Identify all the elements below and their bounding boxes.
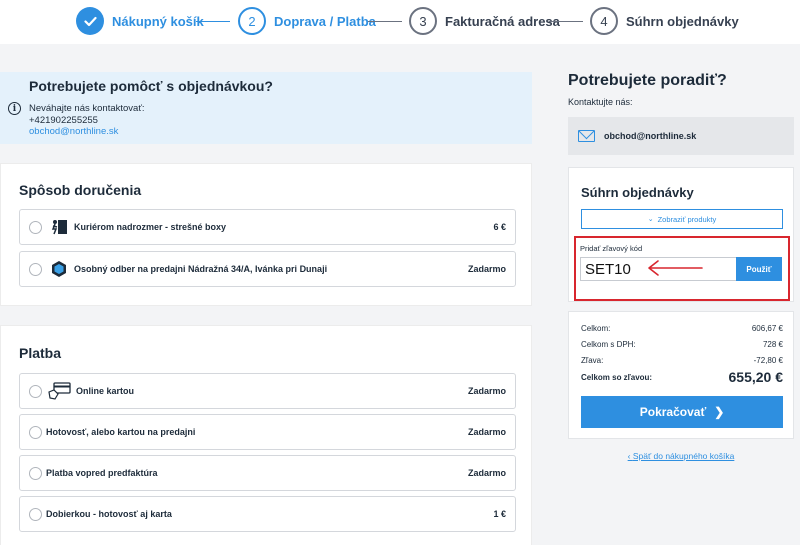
step-billing: 3 Fakturačná adresa xyxy=(409,7,560,35)
option-price: 6 € xyxy=(493,222,506,232)
option-label: Hotovosť, alebo kartou na predajni xyxy=(46,427,196,437)
total-value: 728 € xyxy=(762,340,783,349)
payment-card: Platba Online kartou Zadarmo Hotovosť, a… xyxy=(0,325,532,545)
total-row: Celkom: 606,67 € xyxy=(581,324,783,333)
radio-button[interactable] xyxy=(29,221,42,234)
help-email-link[interactable]: obchod@northline.sk xyxy=(29,126,118,137)
step-number: 4 xyxy=(590,7,618,35)
delivery-option[interactable]: Kuriérom nadrozmer - strešné boxy 6 € xyxy=(19,209,516,245)
red-arrow-annotation xyxy=(648,260,703,276)
chevron-down-icon: ⌄ xyxy=(647,216,654,223)
help-phone[interactable]: +421902255255 xyxy=(29,115,98,126)
contact-email[interactable]: obchod@northline.sk xyxy=(604,131,696,141)
help-title: Potrebujete pomôcť s objednávkou? xyxy=(29,78,273,94)
option-price: Zadarmo xyxy=(467,264,506,274)
step-connector xyxy=(196,21,230,22)
info-icon: i xyxy=(8,102,21,115)
final-total-label: Celkom so zľavou: xyxy=(581,373,653,382)
delivery-option[interactable]: Osobný odber na predajni Nádražná 34/A, … xyxy=(19,251,516,287)
total-value: -72,80 € xyxy=(753,356,783,365)
delivery-title: Spôsob doručenia xyxy=(19,182,142,198)
delivery-card: Spôsob doručenia Kuriérom nadrozmer - st… xyxy=(0,163,532,306)
radio-button[interactable] xyxy=(29,385,42,398)
contact-email-box[interactable]: obchod@northline.sk xyxy=(568,117,794,155)
step-shipping-payment: 2 Doprava / Platba xyxy=(238,7,376,35)
mail-icon xyxy=(578,130,595,142)
help-text: Neváhajte nás kontaktovať: xyxy=(29,103,145,114)
total-label: Celkom: xyxy=(581,324,611,333)
step-connector xyxy=(549,21,583,22)
apply-coupon-button[interactable]: Použiť xyxy=(736,257,782,281)
card-icon xyxy=(48,382,71,400)
option-price: Zadarmo xyxy=(467,386,506,396)
step-summary: 4 Súhrn objednávky xyxy=(590,7,739,35)
totals-card: Celkom: 606,67 € Celkom s DPH: 728 € Zľa… xyxy=(568,311,794,439)
option-price: Zadarmo xyxy=(467,468,506,478)
checkmark-icon xyxy=(76,7,104,35)
payment-option[interactable]: Online kartou Zadarmo xyxy=(19,373,516,409)
final-total-row: Celkom so zľavou: 655,20 € xyxy=(581,369,783,385)
store-pickup-icon xyxy=(52,261,66,277)
step-number: 2 xyxy=(238,7,266,35)
step-label: Nákupný košík xyxy=(112,13,204,29)
payment-option[interactable]: Dobierkou - hotovosť aj karta 1 € xyxy=(19,496,516,532)
step-cart[interactable]: Nákupný košík xyxy=(76,7,204,35)
step-number: 3 xyxy=(409,7,437,35)
chevron-right-icon: ❯ xyxy=(714,405,725,419)
help-box: Potrebujete pomôcť s objednávkou? i Nevá… xyxy=(0,72,532,144)
payment-option[interactable]: Hotovosť, alebo kartou na predajni Zadar… xyxy=(19,414,516,450)
step-connector xyxy=(368,21,402,22)
total-vat-row: Celkom s DPH: 728 € xyxy=(581,340,783,349)
step-label: Doprava / Platba xyxy=(274,13,376,29)
option-label: Kuriérom nadrozmer - strešné boxy xyxy=(74,222,227,232)
option-price: Zadarmo xyxy=(467,427,506,437)
final-total-value: 655,20 € xyxy=(728,369,784,385)
step-label: Fakturačná adresa xyxy=(445,13,560,29)
back-to-cart-link[interactable]: ‹ Späť do nákupného košíka xyxy=(568,451,794,461)
option-label: Online kartou xyxy=(76,386,135,396)
summary-title: Súhrn objednávky xyxy=(581,185,694,200)
discount-row: Zľava: -72,80 € xyxy=(581,356,783,365)
contact-label: Kontaktujte nás: xyxy=(568,97,633,107)
back-link-label: Späť do nákupného košíka xyxy=(632,451,735,461)
total-label: Zľava: xyxy=(581,356,604,365)
payment-option[interactable]: Platba vopred predfaktúra Zadarmo xyxy=(19,455,516,491)
checkout-stepper: Nákupný košík 2 Doprava / Platba 3 Faktu… xyxy=(0,0,800,44)
radio-button[interactable] xyxy=(29,263,42,276)
radio-button[interactable] xyxy=(29,467,42,480)
advice-title: Potrebujete poradiť? xyxy=(568,72,727,89)
show-products-label: Zobraziť produkty xyxy=(657,214,717,224)
option-label: Platba vopred predfaktúra xyxy=(46,468,158,478)
coupon-label: Pridať zľavový kód xyxy=(580,244,643,253)
continue-button[interactable]: Pokračovať ❯ xyxy=(581,396,783,428)
option-label: Osobný odber na predajni Nádražná 34/A, … xyxy=(74,264,328,274)
total-value: 606,67 € xyxy=(751,324,783,333)
option-label: Dobierkou - hotovosť aj karta xyxy=(46,509,172,519)
option-price: 1 € xyxy=(493,509,506,519)
radio-button[interactable] xyxy=(29,426,42,439)
total-label: Celkom s DPH: xyxy=(581,340,636,349)
courier-icon xyxy=(51,220,67,235)
radio-button[interactable] xyxy=(29,508,42,521)
step-label: Súhrn objednávky xyxy=(626,13,739,29)
payment-title: Platba xyxy=(19,345,62,361)
show-products-button[interactable]: ⌄ Zobraziť produkty xyxy=(581,209,783,229)
continue-label: Pokračovať xyxy=(639,405,707,419)
